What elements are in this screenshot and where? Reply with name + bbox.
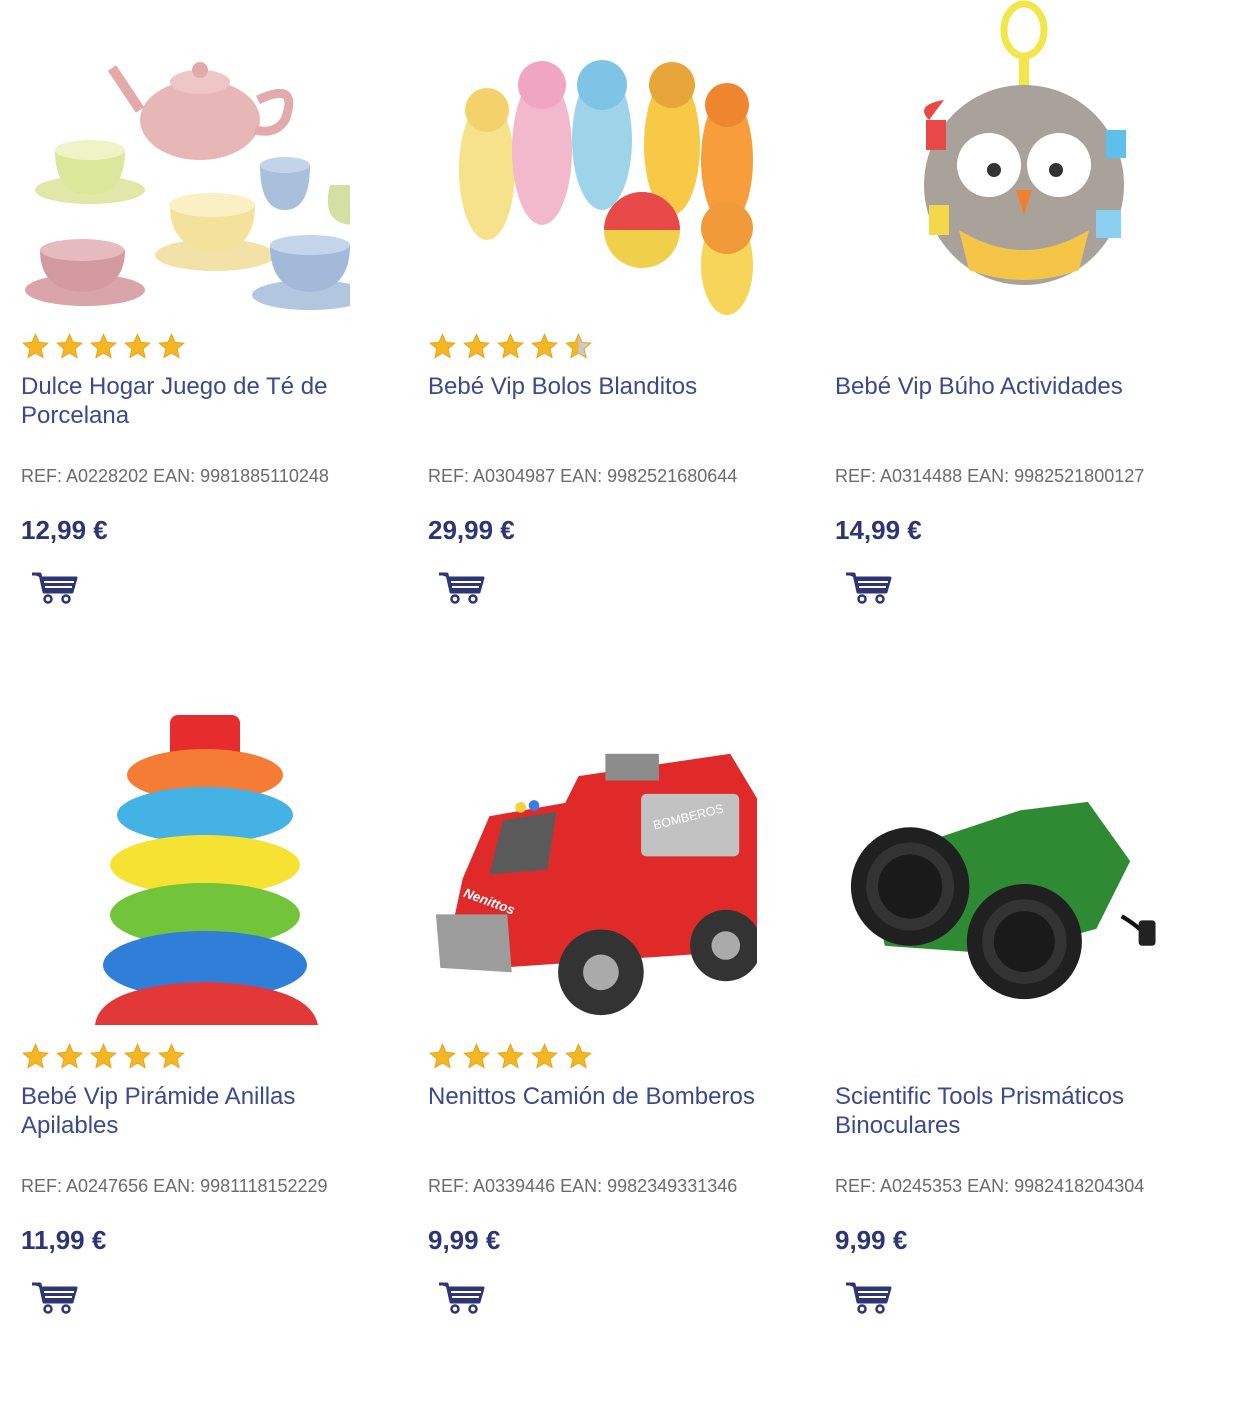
owl-toy-image[interactable]: [834, 0, 1164, 315]
product-card: BOMBEROS Nenittos Nenittos Camión de Bom…: [407, 710, 787, 1390]
product-price: 11,99 €: [21, 1225, 107, 1255]
add-to-cart-button[interactable]: [844, 568, 894, 604]
rating-stars: [428, 1042, 593, 1071]
star-icon: [428, 1042, 457, 1069]
star-icon: [496, 332, 525, 359]
product-card: Bebé Vip Búho Actividades REF: A0314488 …: [814, 0, 1194, 680]
product-price: 29,99 €: [428, 515, 515, 545]
add-to-cart-button[interactable]: [844, 1278, 894, 1314]
product-card: Bebé Vip Bolos Blanditos REF: A0304987 E…: [407, 0, 787, 680]
star-icon: [123, 332, 152, 359]
product-ref: REF: A0228202 EAN: 9981885110248: [21, 466, 329, 486]
product-title[interactable]: Scientific Tools Prismáticos Binoculares: [835, 1082, 1195, 1140]
product-card: Scientific Tools Prismáticos Binoculares…: [814, 710, 1194, 1390]
product-ref: REF: A0247656 EAN: 9981118152229: [21, 1176, 328, 1196]
star-icon: [496, 1042, 525, 1069]
product-title[interactable]: Bebé Vip Pirámide Anillas Apilables: [21, 1082, 381, 1140]
star-icon: [157, 332, 186, 359]
shopping-cart-icon: [437, 1278, 487, 1314]
add-to-cart-button[interactable]: [30, 1278, 80, 1314]
star-icon: [157, 1042, 186, 1069]
star-icon: [462, 332, 491, 359]
star-icon: [428, 332, 457, 359]
rating-stars: [21, 332, 186, 361]
product-ref: REF: A0314488 EAN: 9982521800127: [835, 466, 1145, 486]
fire-truck-image[interactable]: BOMBEROS Nenittos: [427, 710, 757, 1025]
product-card: Dulce Hogar Juego de Té de Porcelana REF…: [0, 0, 380, 680]
star-icon: [530, 1042, 559, 1069]
product-ref: REF: A0304987 EAN: 9982521680644: [428, 466, 738, 486]
star-icon: [55, 332, 84, 359]
product-price: 9,99 €: [835, 1225, 908, 1255]
star-icon: [55, 1042, 84, 1069]
star-icon: [530, 332, 559, 359]
star-icon: [89, 1042, 118, 1069]
star-icon: [21, 332, 50, 359]
product-price: 9,99 €: [428, 1225, 501, 1255]
product-title[interactable]: Bebé Vip Búho Actividades: [835, 372, 1195, 401]
star-icon: [564, 332, 593, 359]
rating-stars: [428, 332, 593, 361]
shopping-cart-icon: [30, 1278, 80, 1314]
product-ref: REF: A0245353 EAN: 9982418204304: [835, 1176, 1145, 1196]
star-icon: [462, 1042, 491, 1069]
shopping-cart-icon: [844, 1278, 894, 1314]
add-to-cart-button[interactable]: [437, 1278, 487, 1314]
rating-stars: [21, 1042, 186, 1071]
star-icon: [89, 332, 118, 359]
product-card: Bebé Vip Pirámide Anillas Apilables REF:…: [0, 710, 380, 1390]
star-icon: [123, 1042, 152, 1069]
soft-bowling-image[interactable]: [427, 0, 757, 315]
binoculars-image[interactable]: [834, 710, 1164, 1025]
product-price: 12,99 €: [21, 515, 108, 545]
product-price: 14,99 €: [835, 515, 922, 545]
add-to-cart-button[interactable]: [437, 568, 487, 604]
product-title[interactable]: Bebé Vip Bolos Blanditos: [428, 372, 788, 401]
shopping-cart-icon: [30, 568, 80, 604]
star-icon: [21, 1042, 50, 1069]
product-ref: REF: A0339446 EAN: 9982349331346: [428, 1176, 738, 1196]
add-to-cart-button[interactable]: [30, 568, 80, 604]
product-title[interactable]: Nenittos Camión de Bomberos: [428, 1082, 788, 1111]
star-icon: [564, 1042, 593, 1069]
ring-stacker-image[interactable]: [20, 710, 350, 1025]
shopping-cart-icon: [437, 568, 487, 604]
product-title[interactable]: Dulce Hogar Juego de Té de Porcelana: [21, 372, 381, 430]
shopping-cart-icon: [844, 568, 894, 604]
tea-set-image[interactable]: [20, 0, 350, 315]
